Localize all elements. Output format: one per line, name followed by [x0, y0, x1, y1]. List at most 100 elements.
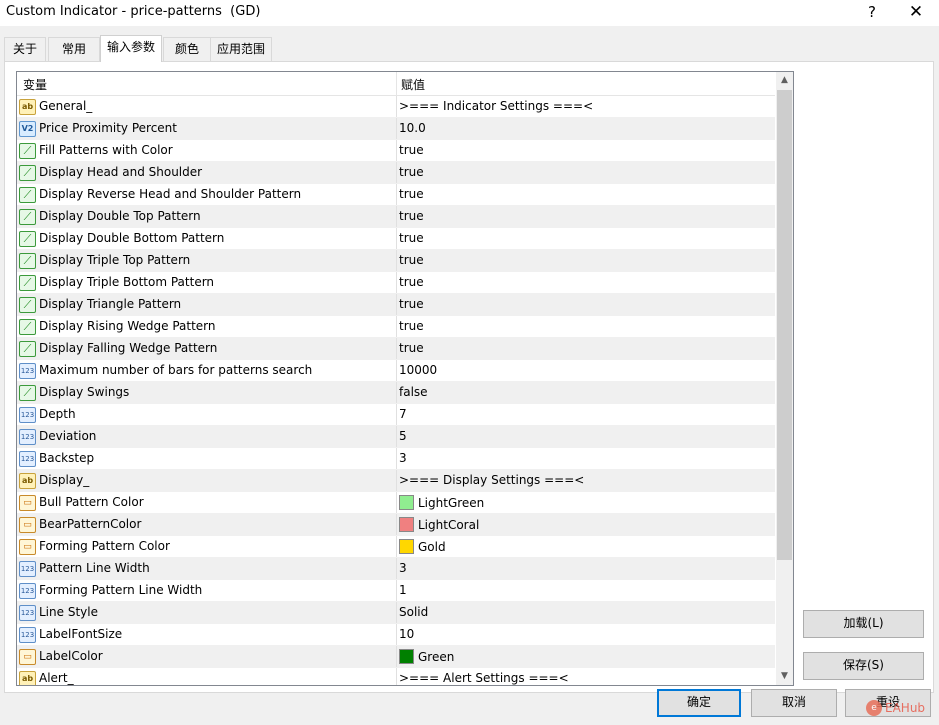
string-param-icon: ab — [19, 671, 36, 685]
param-value[interactable]: LightCoral — [399, 517, 479, 532]
param-value[interactable]: 10 — [399, 627, 414, 641]
param-value-text: >=== Display Settings ===< — [399, 473, 585, 487]
table-row[interactable]: ⟋ Fill Patterns with Color true — [17, 140, 775, 162]
table-row[interactable]: ⟋ Display Double Top Pattern true — [17, 206, 775, 228]
bool-param-icon: ⟋ — [19, 275, 36, 291]
param-value[interactable]: Gold — [399, 539, 446, 554]
param-value[interactable]: true — [399, 209, 424, 223]
scroll-down-icon[interactable]: ▼ — [776, 668, 793, 685]
table-row[interactable]: 123 Depth 7 — [17, 404, 775, 426]
tab-common[interactable]: 常用 — [48, 37, 100, 61]
param-name: Display Swings — [39, 385, 130, 399]
table-row[interactable]: 123 Pattern Line Width 3 — [17, 558, 775, 580]
table-row[interactable]: ⟋ Display Swings false — [17, 382, 775, 404]
string-param-icon: ab — [19, 99, 36, 115]
table-row[interactable]: 123 LabelFontSize 10 — [17, 624, 775, 646]
column-divider — [396, 294, 397, 315]
color-param-icon: ▭ — [19, 649, 36, 665]
table-row[interactable]: ⟋ Display Triple Top Pattern true — [17, 250, 775, 272]
param-value[interactable]: Solid — [399, 605, 428, 619]
tab-colors[interactable]: 颜色 — [163, 37, 211, 61]
param-value[interactable]: 3 — [399, 451, 407, 465]
param-value[interactable]: true — [399, 275, 424, 289]
param-value[interactable]: Green — [399, 649, 454, 664]
table-row[interactable]: ▭ BearPatternColor LightCoral — [17, 514, 775, 536]
param-value[interactable]: >=== Alert Settings ===< — [399, 671, 569, 685]
param-name: Display Triple Bottom Pattern — [39, 275, 215, 289]
param-name: BearPatternColor — [39, 517, 142, 531]
param-value-text: true — [399, 297, 424, 311]
param-value[interactable]: 10000 — [399, 363, 437, 377]
table-row[interactable]: ab General_ >=== Indicator Settings ===< — [17, 96, 775, 118]
table-row[interactable]: 123 Forming Pattern Line Width 1 — [17, 580, 775, 602]
bool-param-icon: ⟋ — [19, 341, 36, 357]
column-divider — [396, 668, 397, 685]
param-value[interactable]: 3 — [399, 561, 407, 575]
table-row[interactable]: ▭ Bull Pattern Color LightGreen — [17, 492, 775, 514]
param-name: LabelFontSize — [39, 627, 123, 641]
vertical-scrollbar[interactable]: ▲ ▼ — [776, 72, 793, 685]
param-value[interactable]: true — [399, 297, 424, 311]
table-row[interactable]: 123 Backstep 3 — [17, 448, 775, 470]
table-row[interactable]: ⟋ Display Rising Wedge Pattern true — [17, 316, 775, 338]
table-row[interactable]: ab Display_ >=== Display Settings ===< — [17, 470, 775, 492]
param-value-text: false — [399, 385, 428, 399]
table-row[interactable]: ⟋ Display Triple Bottom Pattern true — [17, 272, 775, 294]
table-row[interactable]: 123 Maximum number of bars for patterns s… — [17, 360, 775, 382]
string-param-icon: ab — [19, 473, 36, 489]
close-icon[interactable]: ✕ — [905, 2, 927, 24]
table-row[interactable]: ⟋ Display Head and Shoulder true — [17, 162, 775, 184]
tab-visualization[interactable]: 应用范围 — [210, 37, 272, 61]
column-header-variable[interactable]: 变量 — [23, 76, 47, 93]
param-value[interactable]: 5 — [399, 429, 407, 443]
save-button[interactable]: 保存(S) — [803, 652, 924, 680]
param-value[interactable]: >=== Indicator Settings ===< — [399, 99, 593, 113]
column-divider — [396, 338, 397, 359]
table-row[interactable]: ▭ LabelColor Green — [17, 646, 775, 668]
table-row[interactable]: 123 Deviation 5 — [17, 426, 775, 448]
help-icon[interactable]: ? — [861, 2, 883, 24]
param-value[interactable]: 7 — [399, 407, 407, 421]
param-name: Alert_ — [39, 671, 74, 685]
tab-about[interactable]: 关于 — [4, 37, 46, 61]
param-name: Display Falling Wedge Pattern — [39, 341, 218, 355]
table-row[interactable]: ⟋ Display Double Bottom Pattern true — [17, 228, 775, 250]
column-divider — [396, 492, 397, 513]
param-value[interactable]: true — [399, 187, 424, 201]
table-row[interactable]: ⟋ Display Falling Wedge Pattern true — [17, 338, 775, 360]
ok-button[interactable]: 确定 — [657, 689, 741, 717]
table-row[interactable]: ▭ Forming Pattern Color Gold — [17, 536, 775, 558]
scroll-thumb[interactable] — [777, 90, 792, 560]
param-name: Display Double Top Pattern — [39, 209, 201, 223]
param-value[interactable]: 1 — [399, 583, 407, 597]
header-divider[interactable] — [396, 72, 397, 95]
param-value[interactable]: true — [399, 319, 424, 333]
param-value[interactable]: true — [399, 165, 424, 179]
param-value[interactable]: true — [399, 253, 424, 267]
table-row[interactable]: 123 Line Style Solid — [17, 602, 775, 624]
param-value[interactable]: false — [399, 385, 428, 399]
column-header-value[interactable]: 赋值 — [401, 76, 425, 93]
table-row[interactable]: ⟋ Display Reverse Head and Shoulder Patte… — [17, 184, 775, 206]
param-value[interactable]: true — [399, 143, 424, 157]
column-divider — [396, 118, 397, 139]
param-value-text: 7 — [399, 407, 407, 421]
param-value[interactable]: true — [399, 231, 424, 245]
param-value[interactable]: 10.0 — [399, 121, 426, 135]
table-row[interactable]: ab Alert_ >=== Alert Settings ===< — [17, 668, 775, 685]
param-value-text: LightCoral — [418, 517, 480, 532]
param-value-text: true — [399, 231, 424, 245]
param-value[interactable]: LightGreen — [399, 495, 484, 510]
param-name: Forming Pattern Line Width — [39, 583, 203, 597]
param-value[interactable]: true — [399, 341, 424, 355]
scroll-up-icon[interactable]: ▲ — [776, 72, 793, 89]
bool-param-icon: ⟋ — [19, 187, 36, 203]
column-divider — [396, 206, 397, 227]
table-row[interactable]: V2 Price Proximity Percent 10.0 — [17, 118, 775, 140]
table-row[interactable]: ⟋ Display Triangle Pattern true — [17, 294, 775, 316]
cancel-button[interactable]: 取消 — [751, 689, 837, 717]
load-button[interactable]: 加载(L) — [803, 610, 924, 638]
param-value[interactable]: >=== Display Settings ===< — [399, 473, 584, 487]
tab-inputs[interactable]: 输入参数 — [100, 35, 162, 62]
param-value-text: true — [399, 341, 424, 355]
